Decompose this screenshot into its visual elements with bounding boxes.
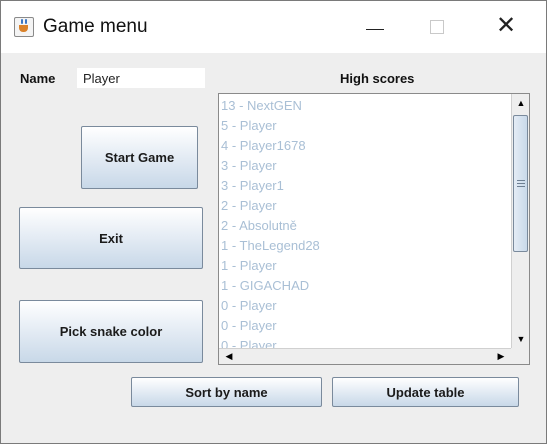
high-scores-items: 13 - NextGEN 5 - Player 4 - Player1678 3 - … (221, 96, 511, 348)
sort-by-name-button[interactable]: Sort by name (131, 377, 322, 407)
window-title: Game menu (43, 16, 148, 37)
list-item[interactable]: 3 - Player (221, 156, 511, 176)
grip-line (517, 186, 525, 187)
maximize-button (407, 1, 467, 53)
list-item[interactable]: 1 - GIGACHAD (221, 276, 511, 296)
list-item[interactable]: 2 - Player (221, 196, 511, 216)
pick-snake-color-button[interactable]: Pick snake color (19, 300, 203, 363)
minimize-button[interactable] (347, 1, 407, 53)
name-input[interactable] (77, 68, 205, 88)
start-game-button[interactable]: Start Game (81, 126, 198, 189)
grip-line (517, 183, 525, 184)
java-cup-icon (19, 25, 28, 32)
scroll-up-icon[interactable]: ▲ (513, 95, 529, 111)
horizontal-scrollbar[interactable]: ◀ ▶ (219, 348, 511, 364)
list-item[interactable]: 13 - NextGEN (221, 96, 511, 116)
list-item[interactable]: 2 - Absolutně (221, 216, 511, 236)
grip-line (517, 180, 525, 181)
scroll-right-icon[interactable]: ▶ (493, 349, 509, 364)
update-table-button[interactable]: Update table (332, 377, 519, 407)
name-label: Name (20, 71, 56, 86)
java-steam-icon (21, 19, 23, 24)
minimize-icon (366, 29, 384, 30)
java-app-icon (14, 17, 34, 37)
exit-button[interactable]: Exit (19, 207, 203, 269)
close-icon: ✕ (496, 11, 517, 39)
vertical-scrollbar[interactable]: ▲ ▼ (511, 94, 529, 348)
list-item[interactable]: 1 - TheLegend28 (221, 236, 511, 256)
high-scores-list[interactable]: 13 - NextGEN 5 - Player 4 - Player1678 3 - … (218, 93, 530, 365)
list-item[interactable]: 1 - Player (221, 256, 511, 276)
scroll-left-icon[interactable]: ◀ (221, 349, 237, 364)
title-bar[interactable]: Game menu ✕ (1, 1, 546, 53)
high-scores-label: High scores (340, 71, 415, 86)
list-item[interactable]: 0 - Player (221, 316, 511, 336)
scrollbar-corner (511, 348, 529, 364)
list-item[interactable]: 5 - Player (221, 116, 511, 136)
vertical-scroll-thumb[interactable] (513, 115, 528, 252)
list-item[interactable]: 4 - Player1678 (221, 136, 511, 156)
list-item[interactable]: 0 - Player (221, 296, 511, 316)
close-button[interactable]: ✕ (471, 1, 531, 53)
java-steam-icon (25, 19, 27, 24)
list-item[interactable]: 0 - Player (221, 336, 511, 348)
scroll-down-icon[interactable]: ▼ (513, 331, 529, 347)
maximize-icon (430, 20, 444, 34)
game-menu-window: Game menu ✕ Name High scores Start Game … (0, 0, 547, 444)
list-item[interactable]: 3 - Player1 (221, 176, 511, 196)
